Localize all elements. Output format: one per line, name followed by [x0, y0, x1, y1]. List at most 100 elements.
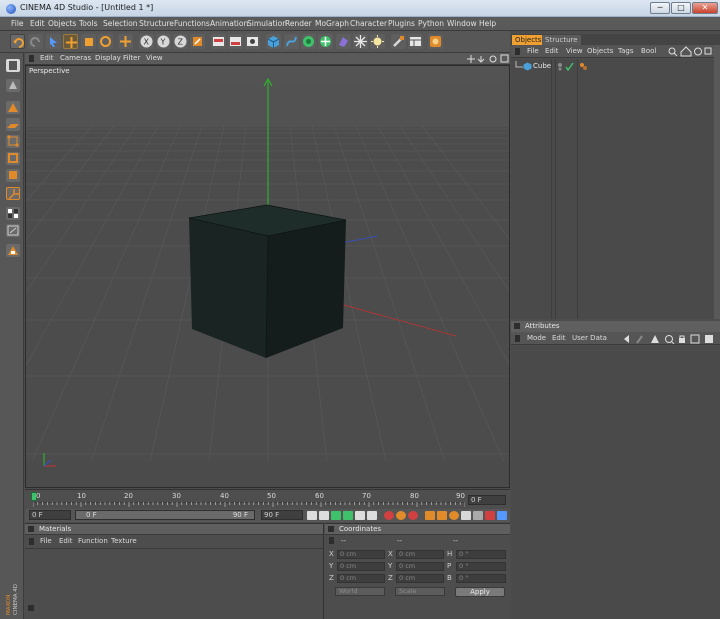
cube-object[interactable] [188, 204, 347, 359]
menu-tools[interactable]: Tools [79, 19, 97, 28]
deformer-icon[interactable] [336, 34, 351, 49]
tab-objects[interactable]: Objects [512, 35, 545, 45]
materials-menu-function[interactable]: Function [78, 537, 108, 545]
object-row-cube[interactable]: Cube [511, 61, 720, 72]
key-scale-icon[interactable] [437, 511, 447, 520]
undo-button[interactable] [10, 34, 25, 49]
attributes-menu-user-data[interactable]: User Data [572, 334, 607, 342]
visibility-dots-icon[interactable] [557, 62, 577, 71]
minimize-button[interactable]: ─ [650, 2, 670, 14]
play-forward-icon[interactable] [343, 511, 353, 520]
points-mode-icon[interactable] [6, 135, 20, 148]
menu-functions[interactable]: Functions [174, 19, 210, 28]
close-button[interactable]: ✕ [692, 2, 718, 14]
rot-h-field[interactable]: 0 ° [456, 550, 506, 559]
timeline-settings-icon[interactable] [497, 511, 507, 520]
spline-pen-icon[interactable] [284, 34, 299, 49]
workplane-icon[interactable] [6, 118, 20, 131]
tab-structure[interactable]: Structure [542, 35, 581, 45]
timeline-layout-icon[interactable] [485, 511, 495, 520]
render-settings-icon[interactable] [245, 34, 260, 49]
menu-objects[interactable]: Objects [48, 19, 76, 28]
play-backward-icon[interactable] [331, 511, 341, 520]
preview-range-slider[interactable]: 0 F 90 F [75, 510, 255, 520]
key-rotation-icon[interactable] [449, 511, 459, 520]
array-generator-icon[interactable] [318, 34, 333, 49]
start-frame-field[interactable]: 0 F [29, 510, 71, 520]
make-editable-icon[interactable] [6, 59, 20, 72]
timeline-ruler[interactable]: 0 10 20 30 40 50 60 70 80 90 0 F [25, 489, 510, 509]
coordinate-system-icon[interactable] [190, 34, 205, 49]
light-object-icon[interactable] [370, 34, 385, 49]
apply-button[interactable]: Apply [455, 587, 505, 597]
materials-grip[interactable] [28, 526, 34, 532]
viewport-navigation-icons[interactable] [467, 54, 509, 64]
perspective-viewport[interactable]: Perspective [25, 65, 510, 488]
attributes-menu-grip[interactable] [515, 335, 520, 342]
redo-button[interactable] [28, 34, 43, 49]
go-to-end-icon[interactable] [367, 511, 377, 520]
scene-environment-icon[interactable] [353, 34, 368, 49]
objects-menu-bookmarks[interactable]: Bool [641, 47, 656, 55]
menu-mograph[interactable]: MoGraph [315, 19, 349, 28]
move-tool-icon[interactable] [63, 34, 78, 49]
scale-tool-icon[interactable] [81, 34, 96, 49]
size-mode-select[interactable]: Scale [395, 587, 445, 596]
size-x-field[interactable]: 0 cm [396, 550, 444, 559]
coordinates-menu-grip[interactable] [329, 537, 334, 544]
menu-edit[interactable]: Edit [30, 19, 45, 28]
object-manager-tools[interactable] [667, 46, 719, 57]
z-axis-lock-icon[interactable]: Z [173, 34, 188, 49]
phong-tag-icon[interactable] [579, 62, 588, 71]
viewport-menu-cameras[interactable]: Cameras [60, 54, 91, 62]
go-to-start-icon[interactable] [307, 511, 317, 520]
pos-y-field[interactable]: 0 cm [337, 562, 385, 571]
object-list-scrollbar[interactable] [714, 45, 720, 319]
live-selection-icon[interactable] [46, 34, 61, 49]
auto-keying-icon[interactable] [396, 511, 406, 520]
objects-menu-tags[interactable]: Tags [618, 47, 634, 55]
menu-simulation[interactable]: Simulation [247, 19, 287, 28]
menu-file[interactable]: File [11, 19, 24, 28]
render-picture-viewer-icon[interactable] [228, 34, 243, 49]
axis-mode-icon[interactable] [6, 187, 20, 200]
menu-render[interactable]: Render [285, 19, 312, 28]
create-null-icon[interactable] [118, 34, 133, 49]
viewport-menu-edit[interactable]: Edit [40, 54, 54, 62]
pos-z-field[interactable]: 0 cm [337, 574, 385, 583]
current-frame-field[interactable]: 0 F [468, 495, 506, 505]
material-sphere-icon[interactable] [428, 34, 443, 49]
coordinates-grip[interactable] [328, 526, 334, 532]
rot-b-field[interactable]: 0 ° [456, 574, 506, 583]
materials-menu-edit[interactable]: Edit [59, 537, 73, 545]
viewport-menu-display[interactable]: Display [95, 54, 121, 62]
polygons-mode-icon[interactable] [6, 169, 20, 182]
layout-panel-icon[interactable] [408, 34, 423, 49]
menu-python[interactable]: Python [418, 19, 444, 28]
snapping-icon[interactable] [6, 224, 20, 237]
record-keys-icon[interactable] [384, 511, 394, 520]
objects-menu-view[interactable]: View [566, 47, 583, 55]
render-view-icon[interactable] [211, 34, 226, 49]
attributes-menu-edit[interactable]: Edit [552, 334, 566, 342]
texture-mode-icon[interactable] [6, 101, 20, 114]
key-pla-icon[interactable] [473, 511, 483, 520]
pos-x-field[interactable]: 0 cm [337, 550, 385, 559]
menu-plugins[interactable]: Plugins [388, 19, 415, 28]
subdivision-surface-icon[interactable] [301, 34, 316, 49]
x-axis-lock-icon[interactable]: X [139, 34, 154, 49]
bp-paint-icon[interactable] [391, 34, 406, 49]
attributes-nav-icons[interactable] [623, 334, 719, 344]
objects-menu-objects[interactable]: Objects [587, 47, 613, 55]
materials-menu-texture[interactable]: Texture [111, 537, 137, 545]
locked-workplane-icon[interactable] [6, 244, 20, 257]
size-z-field[interactable]: 0 cm [396, 574, 444, 583]
rot-p-field[interactable]: 0 ° [456, 562, 506, 571]
cube-object-icon[interactable] [266, 34, 281, 49]
viewport-grip[interactable] [29, 55, 34, 62]
menu-character[interactable]: Character [350, 19, 387, 28]
object-list[interactable]: Cube [511, 59, 720, 319]
materials-menu-file[interactable]: File [40, 537, 52, 545]
menu-help[interactable]: Help [479, 19, 496, 28]
object-menu-grip[interactable] [515, 48, 520, 55]
